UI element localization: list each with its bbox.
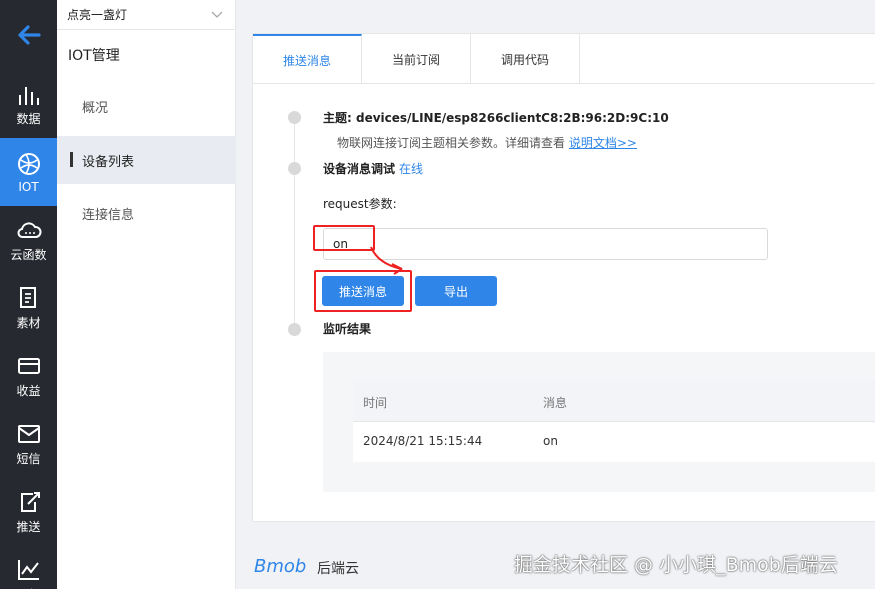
- topic-label: 主题: devices/LINE/esp8266clientC8:2B:96:2…: [323, 111, 669, 125]
- watermark: 掘金技术社区 @ 小小琪_Bmob后端云: [514, 554, 838, 576]
- annotation-box: [314, 270, 412, 312]
- arrow-left-icon: [17, 25, 41, 45]
- table-header: 时间 消息: [353, 380, 875, 422]
- brand-suffix: 后端云: [317, 561, 359, 577]
- tab-current-subscription[interactable]: 当前订阅: [362, 34, 471, 84]
- subnav-item-label: 概况: [82, 100, 109, 116]
- annotation-box: [313, 225, 375, 251]
- rail-item-data[interactable]: 数据: [0, 70, 57, 138]
- tab-call-code[interactable]: 调用代码: [471, 34, 580, 84]
- timeline-line: [294, 118, 295, 330]
- subnav-item-connection-info[interactable]: 连接信息: [57, 189, 236, 237]
- annotation-arrow-icon: [370, 246, 403, 275]
- timeline-dot: [288, 162, 301, 175]
- rail-item-materials[interactable]: 素材: [0, 274, 57, 342]
- rail-item-label: 短信: [16, 452, 41, 466]
- subnav-item-label: 连接信息: [82, 207, 135, 223]
- param-label: request参数:: [323, 197, 397, 211]
- column-header-message: 消息: [543, 396, 568, 410]
- rail-item-cloud-functions[interactable]: 云函数: [0, 206, 57, 274]
- rail-item-label: 云函数: [10, 248, 47, 262]
- back-button[interactable]: [0, 0, 57, 70]
- results-label: 监听结果: [323, 322, 372, 336]
- chevron-down-icon: [211, 11, 223, 18]
- rail-item-label: IOT: [18, 179, 39, 194]
- cloud-icon: [17, 222, 42, 238]
- timeline-dot: [288, 111, 301, 124]
- globe-icon: [17, 152, 40, 175]
- document-icon: [19, 287, 36, 308]
- tab-push-message[interactable]: 推送消息: [253, 34, 362, 84]
- mail-icon: [17, 425, 40, 443]
- cell-message: on: [543, 434, 558, 448]
- rail-item-analytics[interactable]: 分析: [0, 546, 57, 589]
- topic-hint-text: 物联网连接订阅主题相关参数。详细请查看: [337, 136, 566, 150]
- doc-link[interactable]: 说明文档>>: [569, 136, 637, 150]
- debug-label: 设备消息调试: [323, 162, 396, 176]
- bar-chart-icon: [18, 87, 39, 105]
- tab-bar: 推送消息 当前订阅 调用代码: [253, 34, 875, 84]
- rail-item-revenue[interactable]: 收益: [0, 342, 57, 410]
- rail-item-label: 推送: [16, 520, 41, 534]
- main-rail: 数据 IOT 云函数 素材 收益 短信 推送 分析: [0, 0, 57, 589]
- timeline-dot: [288, 323, 301, 336]
- debug-section: 设备消息调试 在线: [323, 160, 423, 177]
- subnav-item-overview[interactable]: 概况: [57, 82, 236, 130]
- brand-logo: Bmob: [254, 556, 307, 577]
- cell-time: 2024/8/21 15:15:44: [363, 434, 483, 448]
- line-chart-icon: [17, 560, 39, 580]
- export-button[interactable]: 导出: [415, 276, 497, 306]
- rail-item-label: 素材: [16, 316, 41, 330]
- app-selector[interactable]: 点亮一盏灯: [57, 0, 235, 30]
- column-header-time: 时间: [363, 396, 388, 410]
- rail-item-label: 收益: [16, 384, 41, 398]
- rail-item-push[interactable]: 推送: [0, 478, 57, 546]
- sub-navigation: 点亮一盏灯 IOT管理 概况 设备列表 连接信息: [57, 0, 236, 589]
- subnav-item-label: 设备列表: [82, 154, 135, 170]
- subnav-item-device-list[interactable]: 设备列表: [57, 136, 236, 184]
- push-icon: [20, 492, 40, 512]
- card-icon: [17, 358, 40, 374]
- results-table: 时间 消息 2024/8/21 15:15:44 on: [353, 380, 875, 462]
- topic-hint: 物联网连接订阅主题相关参数。详细请查看 说明文档>>: [337, 134, 637, 151]
- app-selector-value: 点亮一盏灯: [67, 8, 128, 22]
- rail-item-iot[interactable]: IOT: [0, 138, 57, 206]
- rail-item-sms[interactable]: 短信: [0, 410, 57, 478]
- rail-item-label: 数据: [16, 112, 41, 126]
- section-title: IOT管理: [68, 48, 120, 64]
- status-badge: 在线: [399, 162, 424, 176]
